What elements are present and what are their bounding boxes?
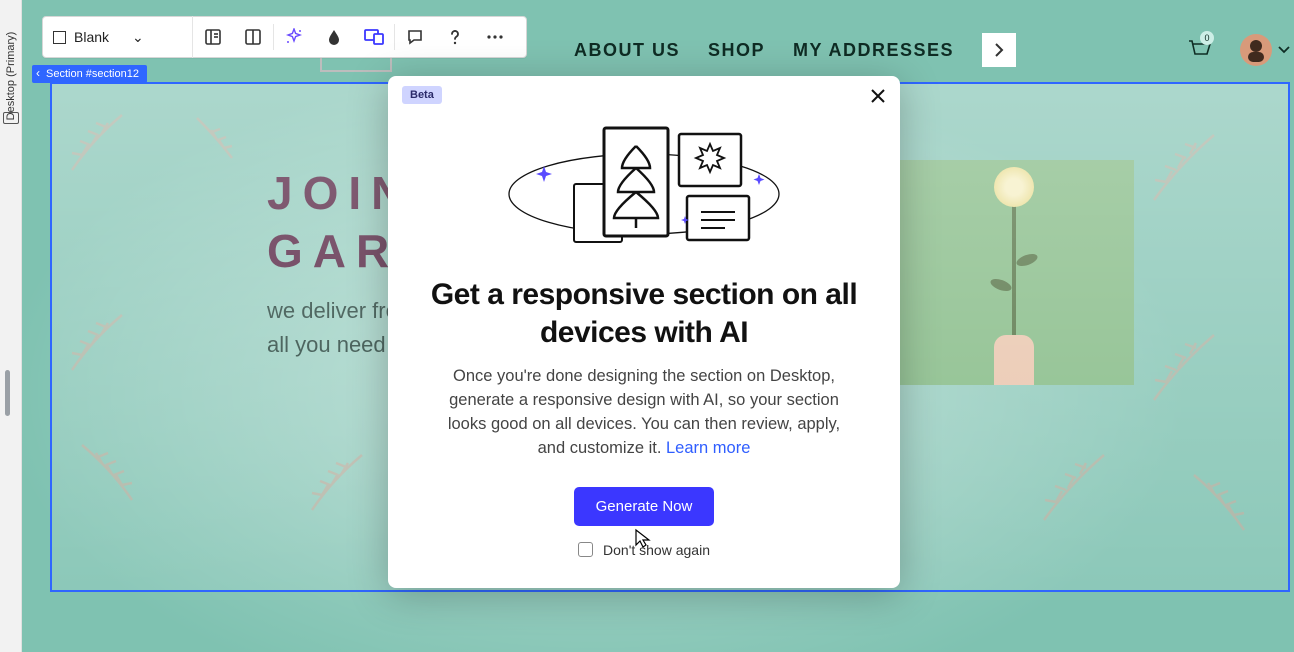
modal-backdrop: Beta — [0, 0, 1294, 652]
responsive-ai-modal: Beta — [388, 76, 900, 588]
learn-more-link[interactable]: Learn more — [666, 439, 750, 457]
modal-body: Once you're done designing the section o… — [432, 365, 856, 461]
modal-title: Get a responsive section on all devices … — [428, 276, 860, 351]
modal-illustration — [418, 116, 870, 266]
beta-badge: Beta — [402, 86, 442, 104]
generate-now-button[interactable]: Generate Now — [574, 487, 715, 526]
dont-show-checkbox[interactable] — [578, 542, 593, 557]
close-icon — [870, 88, 886, 104]
dont-show-again-row[interactable]: Don't show again — [418, 542, 870, 558]
close-button[interactable] — [870, 86, 886, 108]
dont-show-label: Don't show again — [603, 542, 710, 558]
